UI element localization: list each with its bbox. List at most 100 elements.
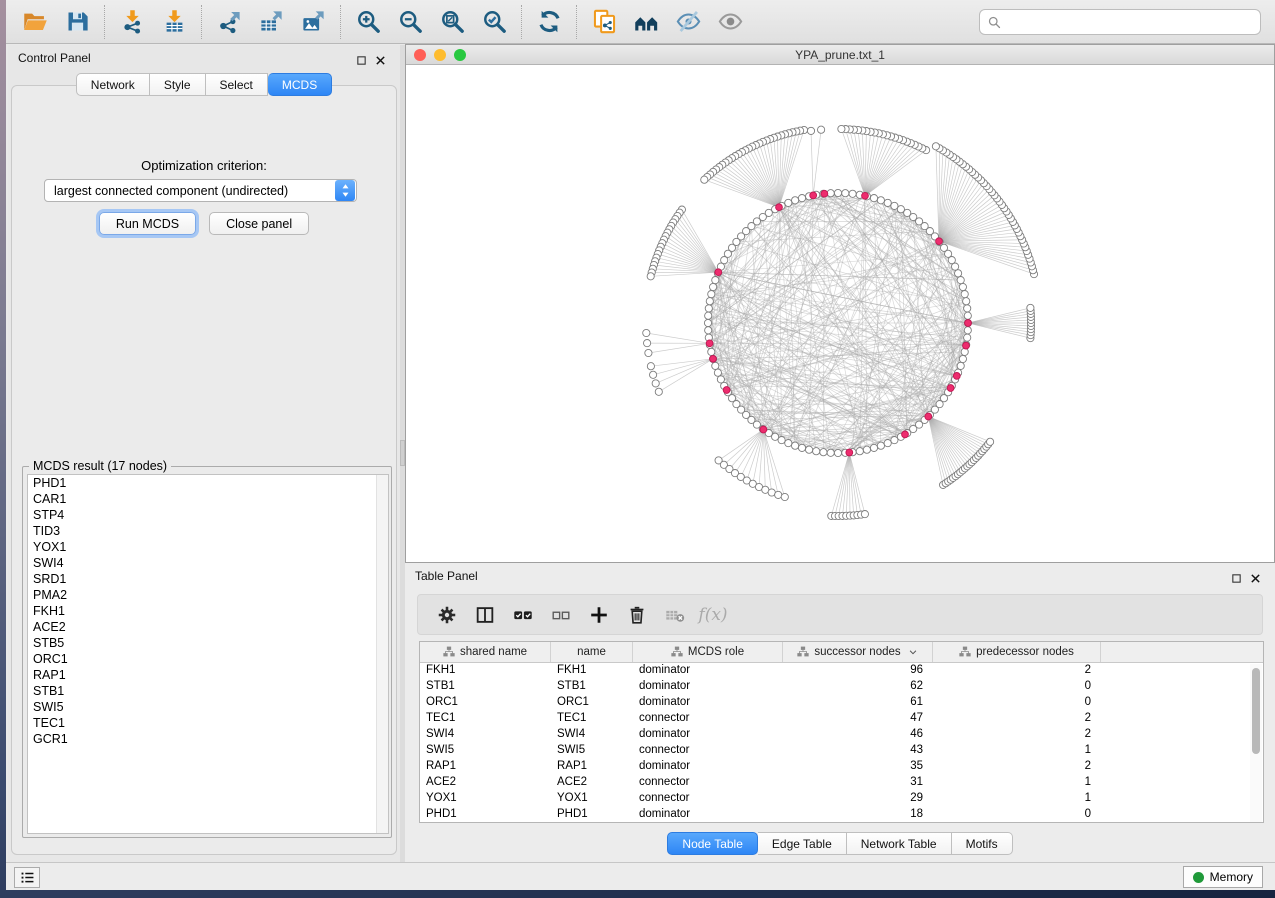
table-cell[interactable]: 2 — [933, 727, 1101, 743]
mcds-result-item[interactable]: GCR1 — [28, 731, 388, 747]
delete-table-button[interactable] — [656, 597, 694, 633]
table-cell[interactable]: PHD1 — [551, 807, 633, 823]
table-cell[interactable]: 31 — [783, 775, 933, 791]
function-builder-button[interactable]: f(x) — [694, 597, 732, 633]
import-table-button[interactable] — [153, 3, 195, 41]
close-panel-button[interactable]: Close panel — [209, 212, 309, 235]
table-cell[interactable]: YOX1 — [551, 791, 633, 807]
tab-edge-table[interactable]: Edge Table — [758, 832, 847, 855]
refresh-button[interactable] — [528, 3, 570, 41]
zoom-in-button[interactable] — [347, 3, 389, 41]
tab-select[interactable]: Select — [206, 73, 268, 96]
table-cell[interactable]: STB1 — [420, 679, 551, 695]
float-panel-icon[interactable] — [356, 53, 367, 64]
table-cell[interactable]: ACE2 — [551, 775, 633, 791]
tab-mcds[interactable]: MCDS — [268, 73, 332, 96]
table-cell[interactable]: ORC1 — [551, 695, 633, 711]
column-header-name[interactable]: name — [551, 642, 633, 662]
export-image-button[interactable] — [292, 3, 334, 41]
table-row[interactable]: RAP1RAP1dominator352 — [420, 759, 1263, 775]
table-cell[interactable]: YOX1 — [420, 791, 551, 807]
table-row[interactable]: SWI5SWI5connector431 — [420, 743, 1263, 759]
table-cell[interactable]: 35 — [783, 759, 933, 775]
open-file-button[interactable] — [14, 3, 56, 41]
table-cell[interactable]: 96 — [783, 663, 933, 679]
table-cell[interactable]: dominator — [633, 807, 783, 823]
table-cell[interactable]: connector — [633, 775, 783, 791]
table-scrollbar-thumb[interactable] — [1252, 668, 1260, 754]
close-panel-icon[interactable] — [375, 53, 386, 64]
mcds-result-item[interactable]: ACE2 — [28, 619, 388, 635]
network-window-titlebar[interactable]: YPA_prune.txt_1 — [406, 45, 1274, 65]
mcds-result-item[interactable]: STP4 — [28, 507, 388, 523]
table-cell[interactable]: connector — [633, 711, 783, 727]
mcds-result-item[interactable]: TID3 — [28, 523, 388, 539]
table-cell[interactable]: SWI5 — [420, 743, 551, 759]
mcds-result-item[interactable]: TEC1 — [28, 715, 388, 731]
export-network-button[interactable] — [208, 3, 250, 41]
table-row[interactable]: ORC1ORC1dominator610 — [420, 695, 1263, 711]
mcds-result-item[interactable]: RAP1 — [28, 667, 388, 683]
table-cell[interactable]: 43 — [783, 743, 933, 759]
table-cell[interactable]: RAP1 — [420, 759, 551, 775]
table-cell[interactable]: connector — [633, 743, 783, 759]
mcds-result-item[interactable]: PMA2 — [28, 587, 388, 603]
table-cell[interactable]: dominator — [633, 679, 783, 695]
table-cell[interactable]: 1 — [933, 743, 1101, 759]
run-mcds-button[interactable]: Run MCDS — [99, 212, 196, 235]
zoom-fit-button[interactable] — [431, 3, 473, 41]
add-column-button[interactable] — [580, 597, 618, 633]
tab-node-table[interactable]: Node Table — [667, 832, 758, 855]
table-row[interactable]: STB1STB1dominator620 — [420, 679, 1263, 695]
mcds-result-item[interactable]: ORC1 — [28, 651, 388, 667]
table-settings-button[interactable] — [428, 597, 466, 633]
table-row[interactable]: TEC1TEC1connector472 — [420, 711, 1263, 727]
table-cell[interactable]: SWI4 — [551, 727, 633, 743]
memory-button[interactable]: Memory — [1183, 866, 1263, 888]
table-cell[interactable]: 0 — [933, 695, 1101, 711]
mcds-result-item[interactable]: STB5 — [28, 635, 388, 651]
table-row[interactable]: SWI4SWI4dominator462 — [420, 727, 1263, 743]
table-cell[interactable]: 29 — [783, 791, 933, 807]
task-history-button[interactable] — [14, 867, 40, 888]
table-scrollbar[interactable] — [1250, 664, 1262, 822]
table-row[interactable]: FKH1FKH1dominator962 — [420, 663, 1263, 679]
table-cell[interactable]: PHD1 — [420, 807, 551, 823]
export-table-button[interactable] — [250, 3, 292, 41]
mcds-result-item[interactable]: STB1 — [28, 683, 388, 699]
table-cell[interactable]: 47 — [783, 711, 933, 727]
deselect-all-checkbox-button[interactable] — [542, 597, 580, 633]
network-graph[interactable] — [406, 65, 1274, 562]
table-cell[interactable]: 62 — [783, 679, 933, 695]
mcds-result-item[interactable]: SRD1 — [28, 571, 388, 587]
table-cell[interactable]: FKH1 — [551, 663, 633, 679]
mcds-result-item[interactable]: SWI4 — [28, 555, 388, 571]
mcds-result-item[interactable]: CAR1 — [28, 491, 388, 507]
table-cell[interactable]: 2 — [933, 759, 1101, 775]
show-all-button[interactable] — [709, 3, 751, 41]
table-cell[interactable]: dominator — [633, 727, 783, 743]
tab-network-table[interactable]: Network Table — [847, 832, 952, 855]
mcds-result-item[interactable]: YOX1 — [28, 539, 388, 555]
delete-column-button[interactable] — [618, 597, 656, 633]
search-input[interactable] — [1002, 12, 1253, 32]
tab-style[interactable]: Style — [150, 73, 206, 96]
table-cell[interactable]: 18 — [783, 807, 933, 823]
network-canvas[interactable] — [406, 65, 1274, 562]
column-header-predecessor-nodes[interactable]: predecessor nodes — [933, 642, 1101, 662]
table-cell[interactable]: RAP1 — [551, 759, 633, 775]
zoom-out-button[interactable] — [389, 3, 431, 41]
table-cell[interactable]: TEC1 — [551, 711, 633, 727]
save-session-button[interactable] — [56, 3, 98, 41]
search-field[interactable] — [979, 9, 1261, 35]
table-cell[interactable]: ACE2 — [420, 775, 551, 791]
mcds-result-item[interactable]: PHD1 — [28, 475, 388, 491]
table-cell[interactable]: 1 — [933, 791, 1101, 807]
mcds-result-list[interactable]: PHD1CAR1STP4TID3YOX1SWI4SRD1PMA2FKH1ACE2… — [27, 474, 389, 834]
copy-network-button[interactable] — [583, 3, 625, 41]
table-cell[interactable]: ORC1 — [420, 695, 551, 711]
table-cell[interactable]: 1 — [933, 775, 1101, 791]
minimize-window-button[interactable] — [434, 49, 446, 61]
table-cell[interactable]: 0 — [933, 807, 1101, 823]
column-header-successor-nodes[interactable]: successor nodes — [783, 642, 933, 662]
